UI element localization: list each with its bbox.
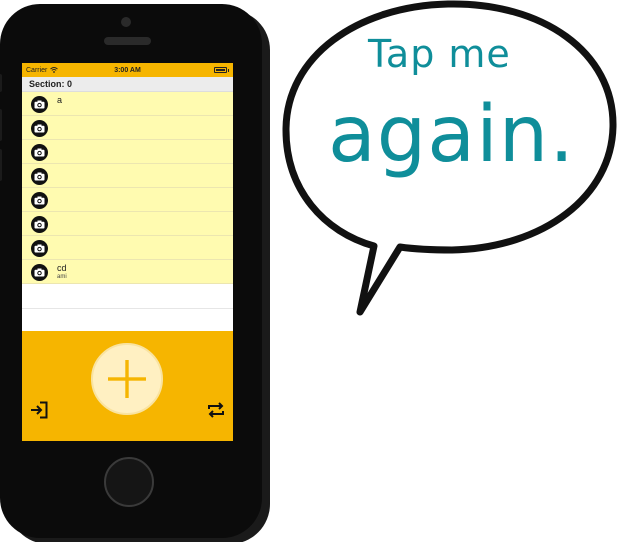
home-button[interactable] [104, 457, 154, 507]
list: a cd ami [22, 92, 233, 284]
list-item[interactable] [22, 236, 233, 260]
status-time: 3:00 AM [114, 66, 141, 74]
plus-icon [108, 360, 146, 398]
camera-icon [31, 144, 48, 161]
camera-icon [31, 96, 48, 113]
mute-switch [0, 74, 2, 92]
add-button[interactable] [91, 343, 163, 415]
app-screen: Carrier 3:00 AM Section: 0 a cd ami [22, 63, 233, 441]
list-item-title: a [57, 95, 63, 105]
repeat-icon [208, 402, 224, 418]
list-item-subtitle: ami [57, 274, 67, 280]
battery-icon [214, 67, 227, 73]
list-item[interactable] [22, 140, 233, 164]
bottom-toolbar [22, 331, 233, 441]
sign-in-button[interactable] [30, 401, 48, 419]
battery-indicator [214, 67, 229, 73]
list-item[interactable]: a [22, 92, 233, 116]
list-item-title: cd [57, 263, 67, 273]
earpiece-speaker [104, 37, 151, 45]
bubble-text-line2: again. [328, 90, 576, 180]
list-item[interactable] [22, 188, 233, 212]
front-camera [121, 17, 131, 27]
volume-up-button [0, 109, 2, 141]
iphone-frame: Carrier 3:00 AM Section: 0 a cd ami [0, 4, 262, 538]
camera-icon [31, 264, 48, 281]
camera-icon [31, 192, 48, 209]
empty-list-row [22, 284, 233, 309]
list-item[interactable] [22, 164, 233, 188]
camera-icon [31, 120, 48, 137]
camera-icon [31, 240, 48, 257]
volume-down-button [0, 149, 2, 181]
list-item[interactable]: cd ami [22, 260, 233, 284]
camera-icon [31, 216, 48, 233]
list-item[interactable] [22, 212, 233, 236]
repeat-button[interactable] [207, 401, 225, 419]
status-bar: Carrier 3:00 AM [22, 63, 233, 77]
camera-icon [31, 168, 48, 185]
bubble-text-line1: Tap me [368, 32, 511, 76]
sign-in-icon [31, 401, 48, 419]
section-header: Section: 0 [22, 77, 233, 92]
list-item[interactable] [22, 116, 233, 140]
